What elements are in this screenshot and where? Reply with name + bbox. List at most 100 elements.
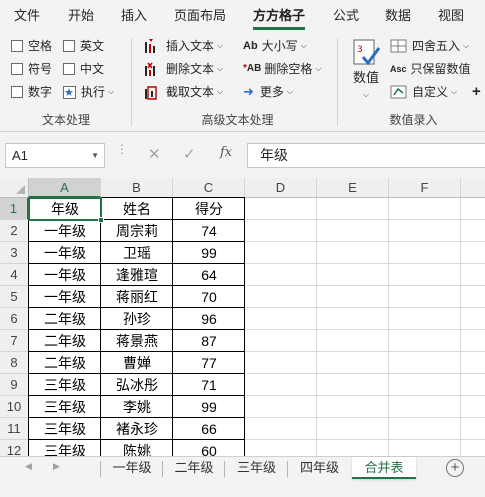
drag-handle-icon[interactable]: ⋮ [116,143,128,155]
row-header-4[interactable]: 4 [0,264,29,286]
column-header-d[interactable]: D [245,178,317,198]
cell-a6[interactable]: 二年级 [29,308,101,330]
cell-c3[interactable]: 99 [173,242,245,264]
cell-b11[interactable]: 褚永珍 [101,418,173,440]
cell-a3[interactable]: 一年级 [29,242,101,264]
numeric-button[interactable]: 3 数值 ⌵ [346,36,386,106]
formula-input[interactable]: 年级 [247,143,485,168]
tab-insert[interactable]: 插入 [121,0,147,32]
tab-formulas[interactable]: 公式 [333,0,359,32]
cell-b12[interactable]: 陈姚 [101,440,173,456]
custom-button[interactable]: 自定义 ⌵ [390,82,457,102]
checkbox[interactable] [11,63,23,75]
row-header-8[interactable]: 8 [0,352,29,374]
cell-c11[interactable]: 66 [173,418,245,440]
tab-data[interactable]: 数据 [385,0,411,32]
row-header-1[interactable]: 1 [0,198,29,220]
tab-view[interactable]: 视图 [438,0,464,32]
cell-b4[interactable]: 逢雅瑄 [101,264,173,286]
cell-b5[interactable]: 蒋丽红 [101,286,173,308]
cell-c6[interactable]: 96 [173,308,245,330]
sheet-tab-3[interactable]: 三年级 [225,457,288,479]
cell-a2[interactable]: 一年级 [29,220,101,242]
row-header-6[interactable]: 6 [0,308,29,330]
option-space[interactable]: 空格 [11,36,52,56]
tab-home[interactable]: 开始 [68,0,94,32]
row-header-9[interactable]: 9 [0,374,29,396]
check-icon[interactable]: ✓ [183,145,196,163]
cell-b6[interactable]: 孙珍 [101,308,173,330]
column-header-e[interactable]: E [317,178,389,198]
select-all-corner[interactable] [0,178,29,198]
cell-c10[interactable]: 99 [173,396,245,418]
column-header-a[interactable]: A [29,178,101,198]
cell-c8[interactable]: 77 [173,352,245,374]
option-chinese[interactable]: 中文 [63,59,104,79]
round-button[interactable]: 四舍五入 ⌵ [390,36,469,56]
cell-a10[interactable]: 三年级 [29,396,101,418]
column-header-f[interactable]: F [389,178,461,198]
row-header-12[interactable]: 12 [0,440,29,456]
cell-b3[interactable]: 卫瑶 [101,242,173,264]
row-header-3[interactable]: 3 [0,242,29,264]
tab-page-layout[interactable]: 页面布局 [174,0,226,32]
sheet-tab-4[interactable]: 四年级 [288,457,351,479]
chevron-down-icon[interactable]: ▼ [91,144,99,167]
cell-a5[interactable]: 一年级 [29,286,101,308]
option-number[interactable]: 数字 [11,82,52,102]
plus-icon[interactable]: + [472,82,481,102]
case-button[interactable]: Ab 大小写 ⌵ [243,36,307,56]
spreadsheet-grid[interactable]: A B C D E F 1 2 3 4 5 6 7 8 9 10 11 12 年级 姓名 得分 一年级 周宗莉 74 一年级 卫瑶… [0,178,485,456]
keep-value-button[interactable]: Asc 只保留数值 [390,59,471,79]
delete-space-button[interactable]: *AB 删除空格 ⌵ [243,59,321,79]
cell-b10[interactable]: 李姚 [101,396,173,418]
checkbox[interactable] [11,86,23,98]
row-header-11[interactable]: 11 [0,418,29,440]
tab-file[interactable]: 文件 [14,0,40,32]
cell-b7[interactable]: 蒋景燕 [101,330,173,352]
cell-c9[interactable]: 71 [173,374,245,396]
cell-b8[interactable]: 曹婵 [101,352,173,374]
checkbox[interactable] [63,40,75,52]
cell-b1[interactable]: 姓名 [101,198,173,220]
sheet-tab-2[interactable]: 二年级 [163,457,225,479]
fill-handle[interactable] [98,217,104,223]
delete-text-button[interactable]: 删除文本 ⌵ [144,59,223,79]
cell-c4[interactable]: 64 [173,264,245,286]
insert-text-button[interactable]: 插入文本 ⌵ [144,36,223,56]
checkbox[interactable] [63,63,75,75]
cell-b2[interactable]: 周宗莉 [101,220,173,242]
cell-a4[interactable]: 一年级 [29,264,101,286]
cell-a8[interactable]: 二年级 [29,352,101,374]
cell-c12[interactable]: 60 [173,440,245,456]
cell-c1[interactable]: 得分 [173,198,245,220]
option-symbol[interactable]: 符号 [11,59,52,79]
next-sheet-icon[interactable]: ▶ [53,461,60,472]
column-header-b[interactable]: B [101,178,173,198]
row-header-5[interactable]: 5 [0,286,29,308]
prev-sheet-icon[interactable]: ◀ [25,461,32,472]
option-english[interactable]: 英文 [63,36,104,56]
tab-fangfang[interactable]: 方方格子 [253,0,306,32]
cell-a12[interactable]: 三年级 [29,440,101,456]
column-header-c[interactable]: C [173,178,245,198]
extract-text-button[interactable]: 截取文本 ⌵ [144,82,223,102]
more-button[interactable]: ➜ 更多 ⌵ [243,82,293,102]
row-header-7[interactable]: 7 [0,330,29,352]
row-header-10[interactable]: 10 [0,396,29,418]
cross-icon[interactable]: ✕ [148,145,161,163]
cell-b9[interactable]: 弘冰彤 [101,374,173,396]
sheet-tab-5[interactable]: 合并表 [352,457,416,479]
name-box[interactable]: A1 ▼ [5,143,105,168]
cell-c7[interactable]: 87 [173,330,245,352]
row-header-2[interactable]: 2 [0,220,29,242]
fx-icon[interactable]: fx [220,145,232,160]
cell-a9[interactable]: 三年级 [29,374,101,396]
cell-a7[interactable]: 二年级 [29,330,101,352]
cell-c5[interactable]: 70 [173,286,245,308]
cell-c2[interactable]: 74 [173,220,245,242]
plus-circle-icon[interactable]: + [446,459,464,477]
execute-button[interactable]: 执行⌵ [63,82,114,103]
cell-a11[interactable]: 三年级 [29,418,101,440]
checkbox[interactable] [11,40,23,52]
